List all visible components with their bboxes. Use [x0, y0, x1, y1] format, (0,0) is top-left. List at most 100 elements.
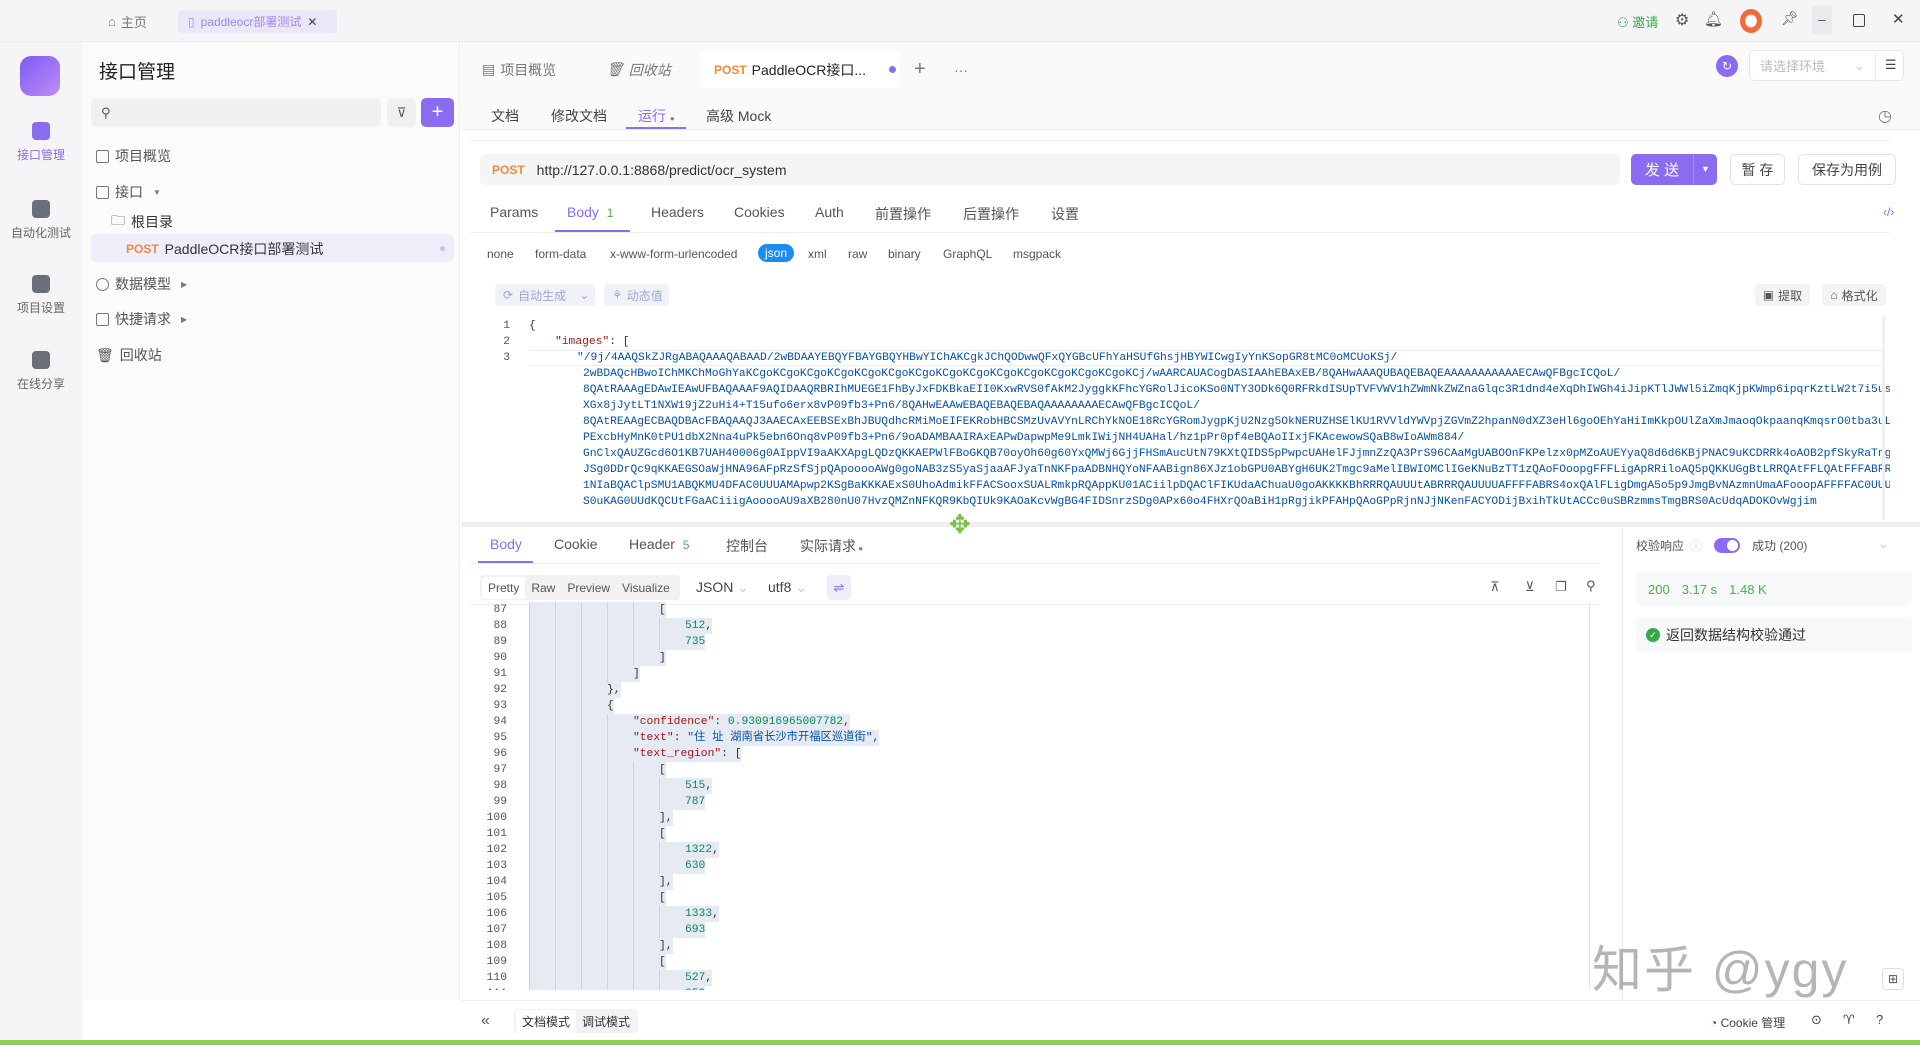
- response-tab-body[interactable]: Body: [490, 536, 522, 552]
- more-tabs-button[interactable]: ···: [954, 51, 968, 88]
- gear-icon[interactable]: ⚙: [1675, 10, 1689, 30]
- dynamic-value-button[interactable]: ⚘ 动态值: [604, 284, 669, 306]
- copy-icon[interactable]: ❐: [1555, 579, 1567, 595]
- body-type-json[interactable]: json: [758, 244, 795, 262]
- tab-cookies[interactable]: Cookies: [734, 204, 785, 220]
- tab-trash[interactable]: 🗑︎ 回收站: [606, 51, 671, 88]
- subtab-mock[interactable]: 高级 Mock: [706, 106, 771, 126]
- validation-result-select[interactable]: 成功 (200): [1752, 537, 1807, 554]
- encoding-select[interactable]: utf8 ⌄: [768, 579, 807, 596]
- filter-button[interactable]: ⊽: [387, 98, 416, 127]
- layout-icon[interactable]: ⊞: [1882, 968, 1904, 990]
- body-type-binary[interactable]: binary: [888, 247, 921, 261]
- subtab-run[interactable]: 运行 ●: [638, 106, 675, 126]
- view-preview[interactable]: Preview: [561, 577, 616, 599]
- move-handle-icon[interactable]: ✥: [949, 509, 971, 540]
- sidebar-item-trash[interactable]: 🗑︎ 回收站: [96, 345, 162, 365]
- collapse-icon[interactable]: ⊼: [1490, 579, 1500, 595]
- doc-mode-button[interactable]: 文档模式: [516, 1009, 577, 1033]
- upload-icon[interactable]: ⊙: [1811, 1012, 1822, 1028]
- debug-mode-button[interactable]: 调试模式: [576, 1010, 636, 1033]
- rail-item-api-management[interactable]: 接口管理: [0, 122, 82, 163]
- refresh-icon: ⟳: [503, 288, 514, 302]
- body-type-none[interactable]: none: [487, 247, 514, 261]
- validate-toggle[interactable]: [1714, 538, 1741, 553]
- tab-auth[interactable]: Auth: [815, 204, 844, 220]
- save-temp-button[interactable]: 暂 存: [1730, 154, 1785, 185]
- sidebar-item-quick-request[interactable]: 快捷请求 ▶: [96, 309, 187, 329]
- tab-pre-processors[interactable]: 前置操作: [875, 204, 931, 224]
- tab-settings[interactable]: 设置: [1051, 204, 1079, 224]
- sidebar-item-overview[interactable]: 项目概览: [96, 146, 171, 166]
- sidebar-item-data-model[interactable]: 数据模型 ▶: [96, 274, 187, 294]
- maximize-button[interactable]: [1853, 14, 1865, 27]
- shirt-icon[interactable]: ♈︎: [1843, 1012, 1855, 1028]
- tab-params[interactable]: Params: [490, 204, 538, 220]
- help-icon[interactable]: ?: [1876, 1012, 1883, 1027]
- url-input[interactable]: http://127.0.0.1:8868/predict/ocr_system: [537, 162, 787, 178]
- refresh-icon[interactable]: ↻: [1716, 55, 1738, 77]
- body-type-raw[interactable]: raw: [848, 247, 867, 261]
- body-type-xml[interactable]: xml: [808, 247, 827, 261]
- send-button[interactable]: 发 送 ▼: [1631, 154, 1717, 185]
- collapse-sidebar-button[interactable]: «: [481, 1012, 490, 1030]
- response-tab-header[interactable]: Header 5: [629, 536, 689, 552]
- url-bar[interactable]: POST http://127.0.0.1:8868/predict/ocr_s…: [480, 154, 1620, 185]
- sidebar-item-root[interactable]: 🗀︎ 根目录: [111, 210, 173, 234]
- search-input[interactable]: ⚲: [91, 98, 381, 127]
- sidebar-item-paddleocr[interactable]: POST PaddleOCR接口部署测试: [126, 239, 323, 259]
- invite-button[interactable]: ⚇ 邀请: [1617, 12, 1658, 31]
- tab-active-request[interactable]: POST PaddleOCR接口...: [700, 51, 900, 88]
- response-tab-cookie[interactable]: Cookie: [554, 536, 598, 552]
- pin-icon[interactable]: 📌︎: [1781, 10, 1799, 27]
- history-icon[interactable]: ◷: [1878, 106, 1892, 126]
- search-icon[interactable]: ⚲: [1586, 578, 1596, 594]
- view-pretty[interactable]: Pretty: [482, 576, 526, 599]
- body-type-msgpack[interactable]: msgpack: [1013, 247, 1061, 261]
- method-select[interactable]: POST: [492, 163, 525, 177]
- editor-scrollbar[interactable]: [1882, 316, 1885, 520]
- subtab-docs[interactable]: 文档: [491, 106, 519, 126]
- menu-icon[interactable]: ☰: [1874, 50, 1897, 81]
- response-tab-actual-request[interactable]: 实际请求 ●: [800, 536, 863, 556]
- minimize-button[interactable]: –: [1812, 6, 1832, 34]
- response-tab-console[interactable]: 控制台: [726, 536, 768, 556]
- rail-item-automation-test[interactable]: 自动化测试: [0, 200, 82, 241]
- cookie-manager-button[interactable]: ◔ Cookie 管理: [1710, 1014, 1785, 1031]
- search-field[interactable]: [118, 105, 359, 120]
- tab-overview[interactable]: ▤ 项目概览: [482, 51, 556, 88]
- environment-select[interactable]: 请选择环境 ⌄ ☰: [1749, 50, 1904, 81]
- wrap-lines-icon[interactable]: ⇌: [827, 575, 851, 600]
- extract-button[interactable]: ▣ 提取: [1755, 284, 1810, 306]
- format-button[interactable]: ⌂ 格式化: [1822, 284, 1886, 306]
- download-icon[interactable]: ⊻: [1525, 579, 1535, 595]
- body-type-form-data[interactable]: form-data: [535, 247, 586, 261]
- bell-icon[interactable]: 🔔︎: [1704, 10, 1723, 28]
- request-body-editor[interactable]: 1 2 3 { "images": [ "/9j/4AAQSkZJRgABAQA…: [470, 316, 1890, 520]
- auto-generate-button[interactable]: ⟳ 自动生成 ⌄: [495, 284, 595, 306]
- code-icon[interactable]: ‹/›: [1883, 205, 1894, 219]
- home-tab[interactable]: ⌂ 主页: [108, 12, 147, 31]
- sidebar-item-api[interactable]: 接口 ▼: [96, 182, 161, 202]
- send-dropdown-icon[interactable]: ▼: [1693, 154, 1717, 185]
- response-body-viewer[interactable]: 87 [88 512, 89 735 90] 91] 92}, 93 {94 "confidence…: [480, 602, 1590, 990]
- close-tab-icon[interactable]: ✕: [307, 15, 317, 29]
- new-tab-button[interactable]: +: [914, 51, 926, 88]
- subtab-edit-docs[interactable]: 修改文档: [551, 106, 607, 126]
- add-button[interactable]: +: [421, 98, 454, 127]
- body-type-graphql[interactable]: GraphQL: [943, 247, 992, 261]
- avatar[interactable]: [1740, 9, 1762, 33]
- save-as-case-button[interactable]: 保存为用例: [1798, 154, 1896, 185]
- tab-post-processors[interactable]: 后置操作: [963, 204, 1019, 224]
- chevron-down-icon[interactable]: ⌄: [1878, 536, 1889, 552]
- view-raw[interactable]: Raw: [525, 577, 561, 599]
- body-type-urlencoded[interactable]: x-www-form-urlencoded: [610, 247, 737, 261]
- project-tab[interactable]: ▯ paddleocr部署测试 ✕: [178, 10, 337, 33]
- rail-item-online-share[interactable]: 在线分享: [0, 351, 82, 392]
- close-window-button[interactable]: ✕: [1892, 10, 1905, 28]
- rail-item-project-settings[interactable]: 项目设置: [0, 275, 82, 316]
- view-visualize[interactable]: Visualize: [616, 577, 676, 599]
- format-select[interactable]: JSON ⌄: [696, 579, 749, 596]
- tab-headers[interactable]: Headers: [651, 204, 704, 220]
- tab-body[interactable]: Body 1: [567, 204, 613, 220]
